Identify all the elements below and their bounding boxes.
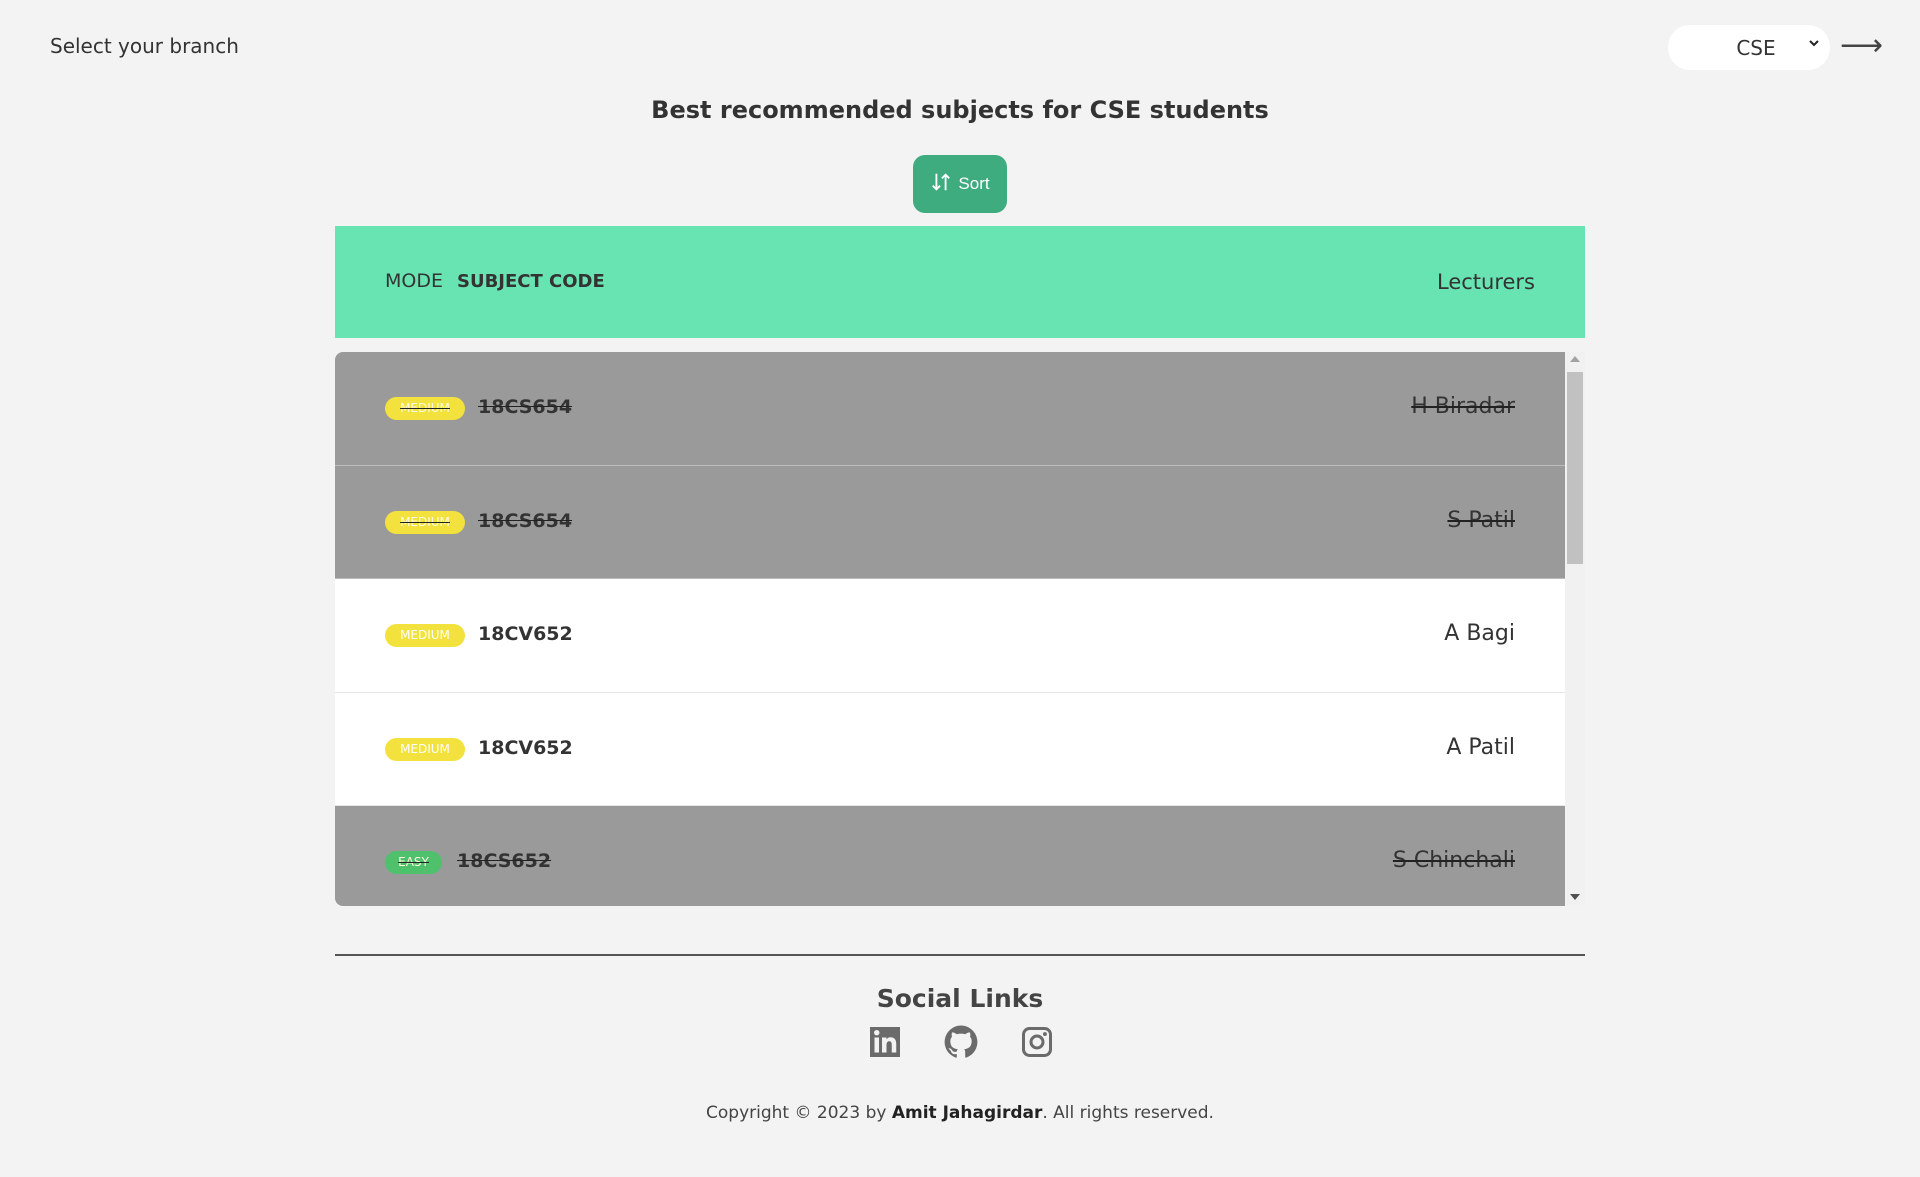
mode-badge: MEDIUM	[385, 510, 465, 534]
top-bar: Select your branch CSE ⟶	[0, 0, 1920, 95]
copyright-text: Copyright © 2023 by Amit Jahagirdar. All…	[0, 1103, 1920, 1123]
subject-code: 18CS654	[478, 509, 573, 532]
subject-code: 18CS654	[478, 396, 573, 418]
table-row[interactable]: MEDIUM 18CS654 S Patil	[335, 465, 1565, 579]
page-title: Best recommended subjects for CSE studen…	[651, 96, 1269, 124]
lecturer-name: A Patil	[1446, 734, 1515, 760]
branch-select-value: CSE	[1736, 35, 1776, 60]
instagram-icon[interactable]	[1019, 1024, 1055, 1060]
social-icons	[866, 1024, 1056, 1064]
mode-badge: MEDIUM	[385, 737, 465, 761]
subject-code: 18CV652	[478, 736, 573, 759]
linkedin-icon[interactable]	[867, 1024, 903, 1060]
column-header-mode: MODE	[385, 270, 443, 292]
lecturer-name: H Biradar	[1411, 394, 1515, 419]
branch-select[interactable]: CSE	[1668, 25, 1830, 70]
social-links-title: Social Links	[876, 984, 1044, 1013]
lecturer-name: S Patil	[1447, 507, 1515, 533]
copyright-prefix: Copyright © 2023 by	[706, 1103, 887, 1123]
mode-badge: EASY	[385, 851, 442, 874]
table-row[interactable]: MEDIUM 18CS654 H Biradar	[335, 352, 1565, 466]
subjects-table: MEDIUM 18CS654 H Biradar MEDIUM 18CS654 S Pat…	[335, 352, 1585, 906]
arrow-right-icon[interactable]: ⟶	[1840, 28, 1883, 64]
sort-icon	[930, 171, 952, 198]
scroll-down-arrow[interactable]	[1570, 894, 1580, 900]
footer-divider	[335, 954, 1585, 956]
chevron-down-icon	[1808, 37, 1820, 53]
sort-button-label: Sort	[958, 174, 990, 193]
column-header-subject-code: SUBJECT CODE	[457, 271, 605, 292]
lecturer-name: A Bagi	[1444, 621, 1515, 646]
scroll-up-arrow[interactable]	[1570, 356, 1580, 362]
scrollbar[interactable]	[1565, 352, 1585, 906]
mode-badge: MEDIUM	[385, 624, 465, 647]
copyright-author[interactable]: Amit Jahagirdar	[892, 1103, 1043, 1123]
table-row[interactable]: MEDIUM 18CV652 A Patil	[335, 692, 1565, 806]
branch-label: Select your branch	[50, 34, 239, 58]
subject-code: 18CS652	[457, 850, 552, 872]
github-icon[interactable]	[943, 1024, 979, 1060]
copyright-suffix: . All rights reserved.	[1042, 1103, 1214, 1123]
column-header-lecturers: Lecturers	[1436, 270, 1535, 294]
table-row[interactable]: EASY 18CS652 S Chinchali	[335, 806, 1565, 906]
mode-badge: MEDIUM	[385, 397, 465, 420]
subject-code: 18CV652	[478, 623, 573, 645]
table-row[interactable]: MEDIUM 18CV652 A Bagi	[335, 579, 1565, 693]
sort-button[interactable]: Sort	[913, 155, 1007, 213]
lecturer-name: S Chinchali	[1392, 848, 1515, 873]
scroll-thumb[interactable]	[1567, 372, 1583, 564]
table-rows: MEDIUM 18CS654 H Biradar MEDIUM 18CS654 S Pat…	[335, 352, 1565, 906]
table-header: MODE SUBJECT CODE Lecturers	[335, 226, 1585, 338]
